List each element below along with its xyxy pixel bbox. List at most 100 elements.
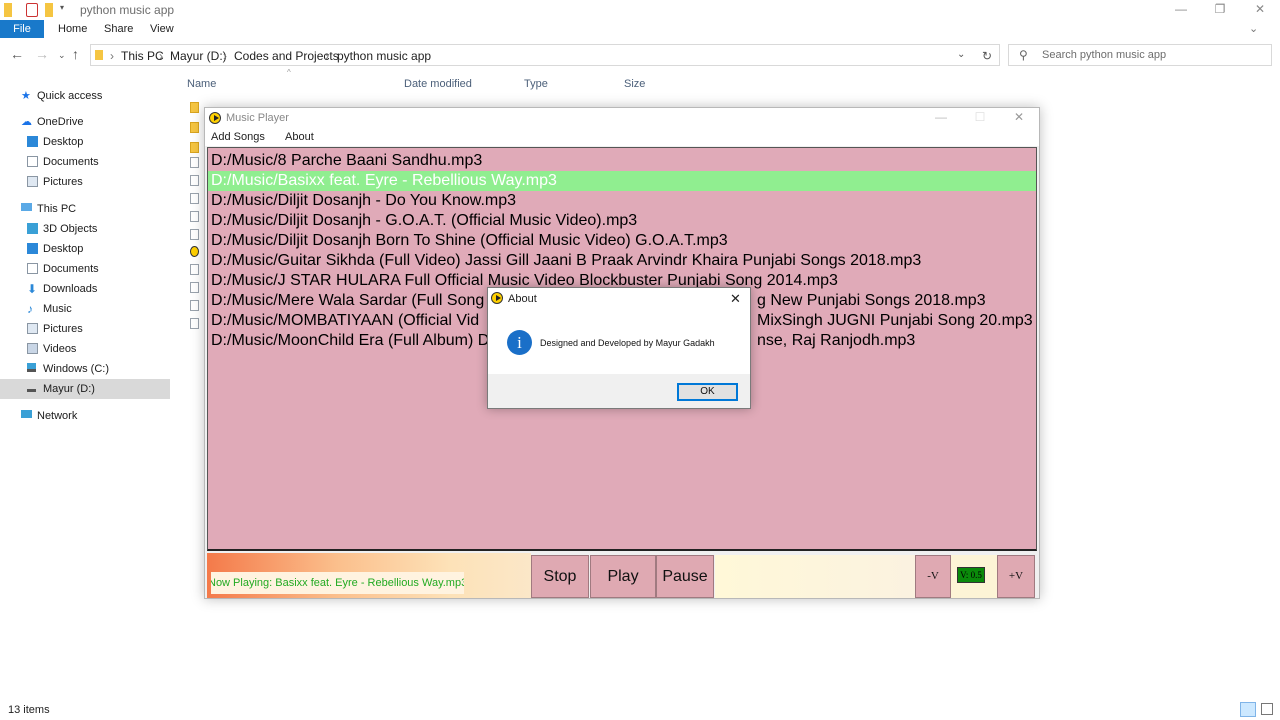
minimize-icon[interactable]: —	[1161, 0, 1201, 20]
back-icon[interactable]: ←	[10, 46, 24, 62]
nav-onedrive-pictures[interactable]: Pictures	[0, 172, 170, 192]
breadcrumb-this-pc[interactable]: This PC	[121, 49, 164, 63]
file-folder-icon[interactable]	[190, 102, 199, 113]
nav-this-pc[interactable]: This PC	[0, 199, 170, 219]
tab-view[interactable]: View	[150, 20, 174, 38]
cube-icon	[27, 223, 38, 234]
file-folder-icon[interactable]	[190, 122, 199, 133]
nav-pictures[interactable]: Pictures	[0, 319, 170, 339]
file-image-icon[interactable]	[190, 157, 199, 168]
address-bar[interactable]: › This PC › Mayur (D:) › Codes and Proje…	[90, 44, 1000, 66]
up-icon[interactable]: ↑	[72, 46, 79, 62]
search-input[interactable]: ⚲ Search python music app	[1008, 44, 1272, 66]
forward-icon[interactable]: →	[35, 46, 49, 62]
menu-about[interactable]: About	[285, 131, 314, 143]
nav-onedrive-documents[interactable]: Documents	[0, 152, 170, 172]
file-python-icon[interactable]	[190, 300, 199, 311]
restore-icon[interactable]: ❐	[1200, 0, 1240, 20]
breadcrumb-codes[interactable]: Codes and Projects	[234, 49, 339, 63]
nav-mayur-d[interactable]: Mayur (D:)	[0, 379, 170, 399]
file-python-icon[interactable]	[190, 264, 199, 275]
nav-onedrive-desktop[interactable]: Desktop	[0, 132, 170, 152]
recent-locations-icon[interactable]: ⌄	[58, 50, 66, 61]
network-icon	[21, 410, 32, 418]
nav-downloads[interactable]: ⬇ Downloads	[0, 279, 170, 299]
file-python-icon[interactable]	[190, 211, 199, 222]
list-item-selected[interactable]: D:/Music/Basixx feat. Eyre - Rebellious …	[208, 171, 1036, 191]
drive-icon	[27, 363, 36, 372]
nav-desktop[interactable]: Desktop	[0, 239, 170, 259]
close-icon[interactable]: ✕	[999, 108, 1039, 128]
pause-button[interactable]: Pause	[656, 555, 714, 598]
about-dialog-titlebar[interactable]: About ✕	[488, 288, 750, 310]
column-name[interactable]: Name	[187, 78, 216, 90]
file-text-icon[interactable]	[190, 282, 199, 293]
list-item[interactable]: D:/Music/Guitar Sikhda (Full Video) Jass…	[208, 251, 1036, 271]
play-button[interactable]: Play	[590, 555, 656, 598]
file-folder-icon[interactable]	[190, 142, 199, 153]
now-playing-panel: Now Playing: Basixx feat. Eyre - Rebelli…	[207, 553, 531, 598]
nav-videos[interactable]: Videos	[0, 339, 170, 359]
drive-icon	[27, 383, 36, 392]
pictures-icon	[27, 176, 38, 187]
properties-icon[interactable]	[26, 3, 38, 17]
file-generic-icon[interactable]	[190, 229, 199, 240]
list-item[interactable]: D:/Music/Diljit Dosanjh - Do You Know.mp…	[208, 191, 1036, 211]
new-folder-icon[interactable]	[45, 3, 53, 17]
tab-file[interactable]: File	[0, 20, 44, 38]
status-bar: 13 items	[0, 700, 1280, 720]
explorer-titlebar: ▾ python music app — ❐ ✕	[0, 0, 1280, 20]
nav-quick-access[interactable]: ★ Quick access	[0, 86, 170, 106]
nav-music[interactable]: ♪ Music	[0, 299, 170, 319]
volume-down-button[interactable]: -V	[915, 555, 951, 598]
file-image-icon[interactable]	[190, 175, 199, 186]
about-dialog: About ✕ i Designed and Developed by Mayu…	[487, 287, 751, 409]
music-player-titlebar[interactable]: Music Player — ☐ ✕	[205, 108, 1039, 128]
details-view-icon[interactable]	[1240, 702, 1256, 717]
close-icon[interactable]: ✕	[730, 291, 741, 307]
list-item-tail: MixSingh JUGNI Punjabi Song 20.mp3	[757, 312, 1033, 329]
stop-button[interactable]: Stop	[531, 555, 589, 598]
menu-add-songs[interactable]: Add Songs	[211, 131, 265, 143]
nav-windows-c[interactable]: Windows (C:)	[0, 359, 170, 379]
breadcrumb-current[interactable]: python music app	[337, 49, 431, 63]
large-icons-view-icon[interactable]	[1261, 703, 1273, 715]
now-playing-label: Now Playing: Basixx feat. Eyre - Rebelli…	[211, 572, 464, 594]
minimize-icon[interactable]: —	[921, 108, 961, 128]
app-logo-icon	[209, 112, 221, 124]
navigation-pane: ★ Quick access ☁ OneDrive Desktop Docume…	[0, 82, 170, 702]
tab-share[interactable]: Share	[104, 20, 133, 38]
folder-icon	[95, 50, 103, 60]
list-item[interactable]: D:/Music/Diljit Dosanjh Born To Shine (O…	[208, 231, 1036, 251]
list-item-tail: nse, Raj Ranjodh.mp3	[757, 332, 916, 349]
list-item[interactable]: D:/Music/Diljit Dosanjh - G.O.A.T. (Offi…	[208, 211, 1036, 231]
sort-up-icon: ^	[287, 68, 291, 77]
column-date-modified[interactable]: Date modified	[404, 78, 472, 90]
customize-toolbar-icon[interactable]: ▾	[60, 3, 68, 17]
nav-3d-objects[interactable]: 3D Objects	[0, 219, 170, 239]
file-generic-icon[interactable]	[190, 318, 199, 329]
music-player-title: Music Player	[226, 112, 289, 124]
expand-ribbon-icon[interactable]: ⌄	[1249, 20, 1258, 38]
nav-documents[interactable]: Documents	[0, 259, 170, 279]
about-message: Designed and Developed by Mayur Gadakh	[540, 338, 715, 348]
maximize-icon[interactable]: ☐	[960, 108, 1000, 128]
star-icon: ★	[21, 90, 31, 102]
file-app-icon[interactable]	[190, 246, 199, 257]
volume-up-button[interactable]: +V	[997, 555, 1035, 598]
ok-button[interactable]: OK	[677, 383, 738, 401]
ribbon-tabs: File Home Share View ⌄	[0, 20, 1280, 38]
address-dropdown-icon[interactable]: ⌄	[957, 49, 965, 60]
breadcrumb-drive[interactable]: Mayur (D:)	[170, 49, 227, 63]
list-item[interactable]: D:/Music/8 Parche Baani Sandhu.mp3	[208, 151, 1036, 171]
column-size[interactable]: Size	[624, 78, 645, 90]
nav-onedrive[interactable]: ☁ OneDrive	[0, 112, 170, 132]
tab-home[interactable]: Home	[58, 20, 87, 38]
nav-network[interactable]: Network	[0, 406, 170, 426]
file-generic-icon[interactable]	[190, 193, 199, 204]
refresh-icon[interactable]: ↻	[982, 49, 992, 63]
column-type[interactable]: Type	[524, 78, 548, 90]
close-icon[interactable]: ✕	[1240, 0, 1280, 20]
volume-display: V: 0.5	[951, 555, 997, 598]
desktop-icon	[27, 243, 38, 254]
